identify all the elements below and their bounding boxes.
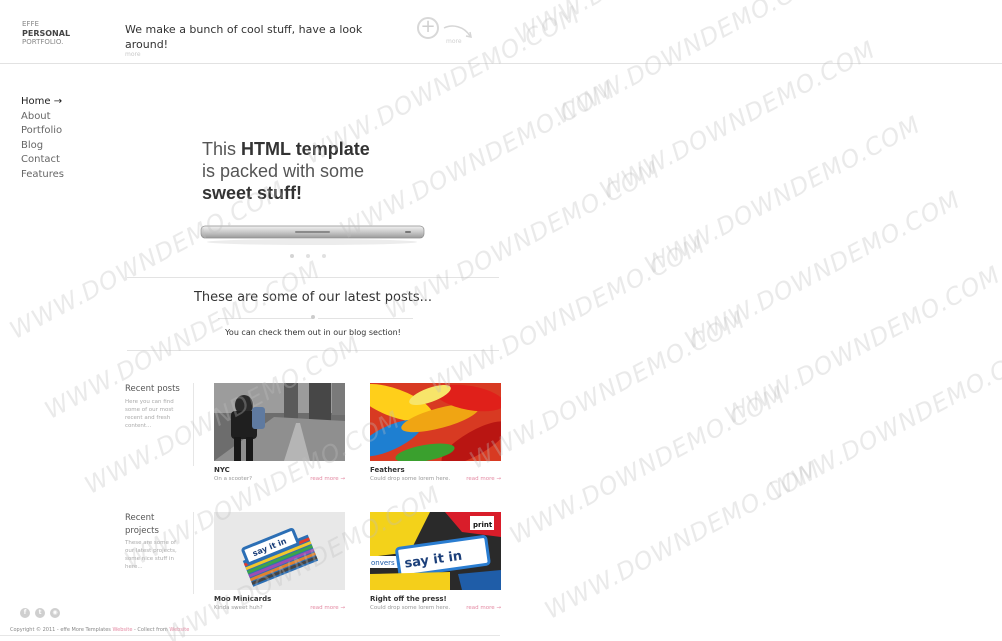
header: EFFE PERSONAL PORTFOLIO. We make a bunch… [0, 0, 1002, 64]
feathers-thumbnail[interactable] [370, 383, 501, 461]
print-card-b: print [473, 521, 493, 529]
card-title[interactable]: Moo Minicards [214, 595, 345, 603]
read-more-link[interactable]: read more → [310, 605, 345, 611]
tagline-more-link[interactable]: more [125, 51, 141, 58]
section-divider-line [193, 383, 194, 466]
main-nav: Home → About Portfolio Blog Contact Feat… [21, 95, 64, 183]
divider [127, 350, 499, 351]
read-more-link[interactable]: read more → [466, 605, 501, 611]
section-divider-line [193, 512, 194, 594]
post-card-feathers[interactable]: Feathers Could drop some lorem here. rea… [370, 383, 501, 486]
recent-posts-title: Recent posts [125, 384, 180, 394]
header-tagline: We make a bunch of cool stuff, have a lo… [125, 23, 363, 51]
divider-short-right [318, 318, 413, 319]
footer-copyright: Copyright © 2011 - effe More Templates [10, 627, 111, 633]
footer-link-1[interactable]: Website [113, 627, 133, 633]
page: EFFE PERSONAL PORTFOLIO. We make a bunch… [0, 0, 1002, 641]
recent-projects-title: Recent projects [125, 513, 159, 536]
nav-item-about[interactable]: About [21, 110, 64, 125]
rss-icon[interactable]: ◉ [50, 608, 60, 618]
nav-item-contact[interactable]: Contact [21, 153, 64, 168]
card-title[interactable]: Right off the press! [370, 595, 501, 603]
read-more-link[interactable]: read more → [466, 476, 501, 482]
posts-heading: These are some of our latest posts... [193, 290, 432, 305]
read-more-link[interactable]: read more → [310, 476, 345, 482]
post-card-nyc[interactable]: NYC On a scooter? read more → [214, 383, 345, 486]
nav-item-features[interactable]: Features [21, 168, 64, 183]
logo-line-1: EFFE [22, 20, 39, 28]
card-desc: Could drop some lorem here. [370, 605, 451, 611]
nav-item-portfolio[interactable]: Portfolio [21, 124, 64, 139]
watermark-text: WWW.DOWNDEMO.COM [765, 335, 1002, 505]
project-card-moo-minicards[interactable]: say it in Moo Minicards Kinda sweet huh?… [214, 512, 345, 615]
hero-title: This HTML template is packed with some s… [202, 138, 442, 204]
watermark-text: WWW.DOWNDEMO.COM [505, 380, 791, 550]
hero-line3-bold: sweet stuff! [202, 183, 303, 203]
facebook-icon[interactable]: f [20, 608, 30, 618]
hero-line1-pre: This [202, 139, 237, 159]
nav-item-blog[interactable]: Blog [21, 139, 64, 154]
nav-item-home[interactable]: Home → [21, 95, 64, 110]
divider [127, 277, 499, 278]
hero-line1-bold: HTML template [241, 139, 370, 159]
divider-short-left [218, 318, 313, 319]
project-card-right-off-the-press[interactable]: print onvers say it in Right off the pre… [370, 512, 501, 615]
nyc-thumbnail[interactable] [214, 383, 345, 461]
plus-circle-icon[interactable]: + [417, 17, 439, 39]
card-desc: Could drop some lorem here. [370, 476, 451, 482]
footer: Copyright © 2011 - effe More Templates W… [10, 627, 189, 633]
logo[interactable]: EFFE PERSONAL PORTFOLIO. [22, 20, 70, 47]
watermark-text: WWW.DOWNDEMO.COM [720, 260, 1002, 430]
hero-line2: is packed with some [202, 161, 365, 181]
watermark-text: WWW.DOWNDEMO.COM [540, 455, 826, 625]
logo-line-2: PERSONAL [22, 29, 71, 38]
twitter-icon[interactable]: t [35, 608, 45, 618]
separator-dot [311, 315, 315, 319]
press-thumbnail[interactable]: print onvers say it in [370, 512, 501, 590]
watermark-text: WWW.DOWNDEMO.COM [465, 305, 751, 475]
logo-line-3: PORTFOLIO. [22, 38, 64, 46]
watermark-text: WWW.DOWNDEMO.COM [680, 185, 966, 355]
recent-projects-desc: These are some of our latest projects, s… [125, 540, 177, 570]
bottom-divider [0, 635, 500, 636]
recent-posts-desc: Here you can find some of our most recen… [125, 399, 174, 429]
card-title[interactable]: Feathers [370, 466, 501, 474]
plus-label: more [446, 38, 462, 45]
card-title[interactable]: NYC [214, 466, 345, 474]
moo-minicards-thumbnail[interactable]: say it in [214, 512, 345, 590]
card-desc: Kinda sweet huh? [214, 605, 263, 611]
footer-middle-text: - Collect from [132, 627, 168, 633]
laptop-image [200, 225, 425, 258]
watermark-text: WWW.DOWNDEMO.COM [640, 110, 926, 280]
card-desc: On a scooter? [214, 476, 253, 482]
footer-link-2[interactable]: Website [169, 627, 189, 633]
print-card-c: onvers [371, 559, 395, 567]
posts-subheading: You can check them out in our blog secti… [225, 328, 401, 337]
watermark-text: WWW.DOWNDEMO.COM [425, 230, 711, 400]
